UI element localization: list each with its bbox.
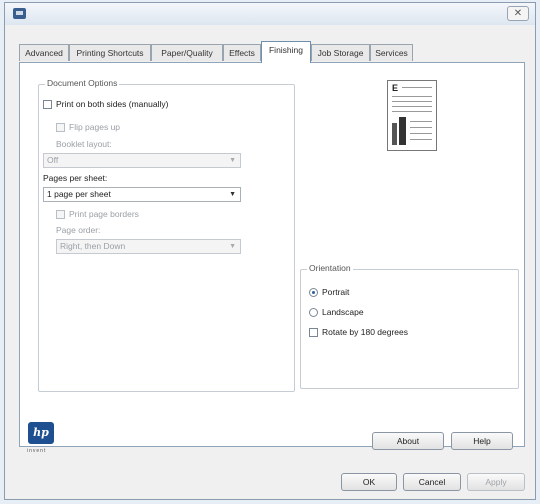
- pages-per-sheet-select[interactable]: 1 page per sheet ▼: [43, 187, 241, 202]
- rotate-180-label: Rotate by 180 degrees: [322, 327, 409, 337]
- orientation-group: Orientation Portrait Landscape Rotate by…: [300, 263, 519, 389]
- booklet-layout-label: Booklet layout:: [56, 139, 112, 149]
- preview-bar: [392, 123, 397, 145]
- about-button[interactable]: About: [372, 432, 444, 450]
- landscape-radio[interactable]: [309, 308, 318, 317]
- page-order-select[interactable]: Right, then Down ▼: [56, 239, 241, 254]
- cancel-button[interactable]: Cancel: [403, 473, 461, 491]
- booklet-layout-value: Off: [47, 155, 59, 165]
- chevron-down-icon: ▼: [229, 243, 236, 250]
- print-both-sides-checkbox[interactable]: [43, 100, 52, 109]
- print-page-borders-label: Print page borders: [69, 209, 139, 219]
- portrait-radio[interactable]: [309, 288, 318, 297]
- printer-icon: [13, 8, 26, 19]
- page-order-value: Right, then Down: [60, 241, 126, 251]
- apply-button[interactable]: Apply: [467, 473, 525, 491]
- hp-tagline: invent: [27, 448, 47, 454]
- landscape-label: Landscape: [322, 307, 364, 317]
- pages-per-sheet-label: Pages per sheet:: [43, 173, 108, 183]
- tab-services[interactable]: Services: [370, 44, 413, 61]
- portrait-label: Portrait: [322, 287, 350, 297]
- tab-finishing[interactable]: Finishing: [261, 41, 311, 63]
- orientation-legend: Orientation: [307, 263, 353, 273]
- title-bar: ✕: [5, 3, 535, 25]
- pages-per-sheet-value: 1 page per sheet: [47, 189, 111, 199]
- document-options-group: Document Options Print on both sides (ma…: [38, 78, 295, 392]
- hp-logo-text: hp: [33, 426, 49, 439]
- flip-pages-up-checkbox[interactable]: [56, 123, 65, 132]
- tab-job-storage[interactable]: Job Storage: [311, 44, 370, 61]
- tab-printing-shortcuts[interactable]: Printing Shortcuts: [69, 44, 151, 61]
- tab-paper-quality[interactable]: Paper/Quality: [151, 44, 223, 61]
- rotate-180-checkbox[interactable]: [309, 328, 318, 337]
- tab-effects[interactable]: Effects: [223, 44, 261, 61]
- ok-button[interactable]: OK: [341, 473, 397, 491]
- tab-advanced[interactable]: Advanced: [19, 44, 69, 61]
- preview-letter: E: [392, 83, 399, 93]
- preview-bar: [399, 117, 406, 145]
- printer-properties-dialog: ✕ Advanced Printing Shortcuts Paper/Qual…: [4, 2, 536, 500]
- page-order-label: Page order:: [56, 225, 101, 235]
- page-preview-image: E: [387, 80, 437, 151]
- close-icon: ✕: [513, 8, 523, 19]
- chevron-down-icon: ▼: [229, 191, 236, 198]
- flip-pages-up-label: Flip pages up: [69, 122, 121, 132]
- help-button[interactable]: Help: [451, 432, 513, 450]
- print-both-sides-label: Print on both sides (manually): [56, 99, 169, 109]
- chevron-down-icon: ▼: [229, 157, 236, 164]
- document-options-legend: Document Options: [45, 78, 120, 88]
- print-page-borders-checkbox[interactable]: [56, 210, 65, 219]
- booklet-layout-select[interactable]: Off ▼: [43, 153, 241, 168]
- hp-logo: hp: [28, 422, 54, 444]
- finishing-tab-panel: Document Options Print on both sides (ma…: [19, 62, 525, 447]
- close-button[interactable]: ✕: [507, 6, 529, 21]
